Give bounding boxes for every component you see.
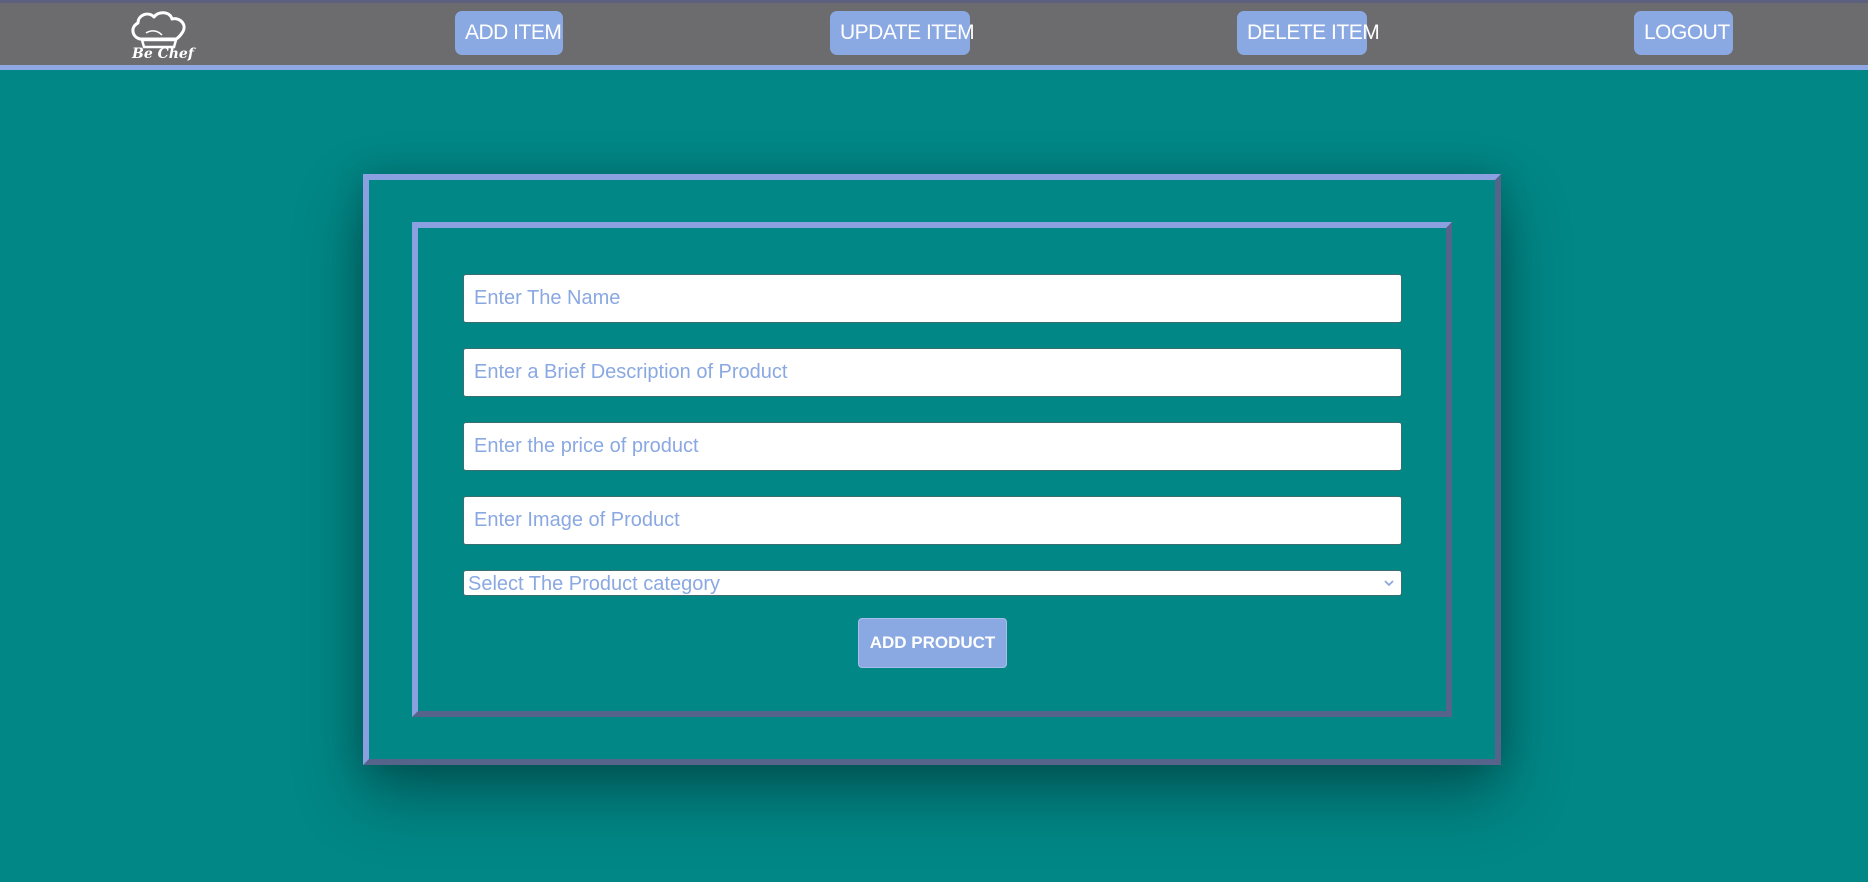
add-product-button[interactable]: ADD PRODUCT: [858, 618, 1007, 668]
chevron-down-icon: [1384, 580, 1394, 587]
brand-logo[interactable]: Be Chef: [128, 9, 194, 65]
product-price-input[interactable]: [463, 422, 1402, 471]
top-navbar: Be Chef ADD ITEM UPDATE ITEM DELETE ITEM…: [0, 0, 1868, 70]
chef-hat-icon: [131, 11, 186, 49]
product-description-input[interactable]: [463, 348, 1402, 397]
brand-name: Be Chef: [132, 46, 194, 62]
logout-button[interactable]: LOGOUT: [1634, 11, 1733, 55]
category-selected-value: Select The Product category: [468, 573, 720, 595]
add-item-button[interactable]: ADD ITEM: [455, 11, 563, 55]
update-item-button[interactable]: UPDATE ITEM: [830, 11, 975, 55]
product-image-input[interactable]: [463, 496, 1402, 545]
delete-item-button[interactable]: DELETE ITEM: [1237, 11, 1380, 55]
product-name-input[interactable]: [463, 274, 1402, 323]
product-category-select[interactable]: Select The Product category: [463, 570, 1402, 596]
